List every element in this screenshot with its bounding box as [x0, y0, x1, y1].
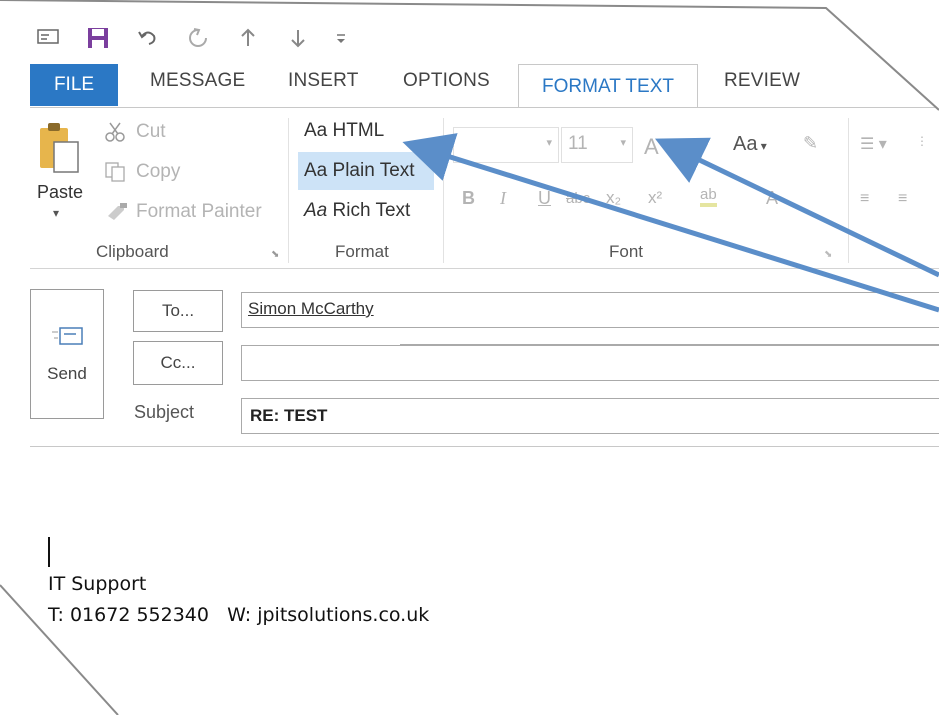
arrow-to-font-grow: [654, 137, 939, 278]
arrow-to-html-format: [402, 133, 939, 313]
screenshot-stage: FILE MESSAGE INSERT OPTIONS FORMAT TEXT …: [0, 0, 939, 715]
annotation-arrows: [402, 133, 939, 313]
